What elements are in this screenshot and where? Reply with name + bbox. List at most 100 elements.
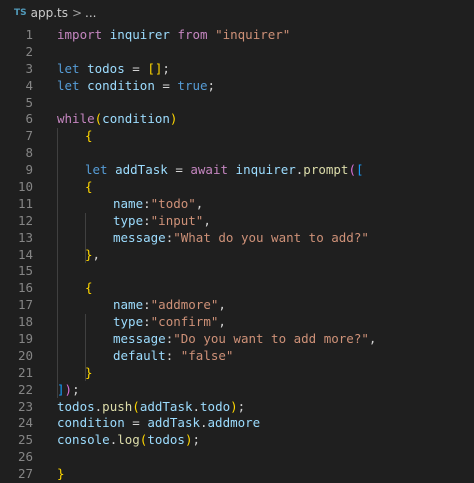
code-token: . [200, 415, 208, 431]
code-token: ( [132, 398, 140, 414]
code-text[interactable]: type:"confirm", [113, 314, 226, 331]
code-line[interactable]: 16 { [0, 280, 474, 297]
code-token: addTask [147, 415, 200, 431]
code-text[interactable]: name:"todo", [113, 196, 203, 213]
code-token: type [113, 212, 144, 228]
code-line[interactable]: 18 type:"confirm", [0, 314, 474, 331]
code-token: ] [57, 381, 65, 397]
code-line[interactable]: 20 default: "false" [0, 348, 474, 365]
code-token: true [177, 77, 208, 93]
code-token: console [57, 432, 110, 448]
code-token: = [167, 162, 191, 178]
code-token: ) [184, 432, 193, 448]
code-token: message [113, 331, 166, 347]
code-line[interactable]: 15 [0, 263, 474, 280]
code-token: [ [355, 162, 364, 178]
code-line[interactable]: 13 message:"What do you want to add?" [0, 230, 474, 247]
code-token: message [113, 229, 166, 245]
code-text[interactable]: } [57, 466, 65, 483]
code-text[interactable]: message:"What do you want to add?" [113, 230, 369, 247]
code-line[interactable]: 21} [0, 365, 474, 382]
code-token: = [154, 77, 178, 93]
code-token: name [113, 195, 144, 211]
code-token: ( [348, 162, 356, 178]
code-text[interactable]: console.log(todos); [57, 432, 200, 449]
code-token: type [113, 314, 144, 330]
code-text[interactable]: import inquirer from "inquirer" [57, 27, 290, 44]
line-number: 11 [17, 195, 33, 211]
code-line[interactable]: 6 while(condition) [0, 111, 474, 128]
code-text[interactable]: let condition = true; [57, 78, 215, 95]
code-text[interactable]: { [85, 128, 93, 145]
code-token: ; [207, 77, 216, 93]
code-token: todos [57, 398, 95, 414]
code-line[interactable]: 14}, [0, 247, 474, 264]
code-line[interactable]: 4 let condition = true; [0, 78, 474, 95]
code-token: "false" [180, 347, 234, 363]
code-line[interactable]: 12 type:"input", [0, 213, 474, 230]
breadcrumb-symbols[interactable]: ... [85, 6, 96, 20]
line-number: 18 [17, 314, 33, 330]
code-editor[interactable]: 1 import inquirer from "inquirer" 2 3 let to… [0, 27, 474, 483]
code-line[interactable]: 19 message:"Do you want to add more?", [0, 331, 474, 348]
code-line[interactable]: 26 [0, 449, 474, 466]
code-line[interactable]: 11 name:"todo", [0, 196, 474, 213]
code-token: push [102, 398, 133, 414]
code-text[interactable]: ]); [57, 382, 80, 399]
line-number: 19 [17, 331, 33, 347]
code-line[interactable]: 5 [0, 95, 474, 112]
code-token: name [113, 297, 144, 313]
code-text[interactable]: condition = addTask.addmore [57, 415, 260, 432]
code-line[interactable]: 2 [0, 44, 474, 61]
code-line[interactable]: 7{ [0, 128, 474, 145]
chevron-right-icon: > [71, 6, 83, 20]
code-token: "What do you want to add?" [173, 229, 369, 245]
code-text[interactable]: name:"addmore", [113, 297, 226, 314]
code-line[interactable]: 27} [0, 466, 474, 483]
line-number: 10 [17, 179, 33, 195]
code-text[interactable]: type:"input", [113, 213, 211, 230]
code-line[interactable]: 10 { [0, 179, 474, 196]
code-line[interactable]: 8 [0, 145, 474, 162]
code-line[interactable]: 24 condition = addTask.addmore [0, 415, 474, 432]
code-token: , [195, 195, 204, 211]
line-number: 21 [17, 364, 33, 380]
code-text[interactable]: { [85, 179, 93, 196]
line-number: 2 [25, 43, 33, 59]
line-number: 5 [25, 94, 33, 110]
code-token: inquirer [109, 27, 170, 42]
code-text[interactable]: while(condition) [57, 111, 177, 128]
code-token: , [218, 314, 226, 330]
code-line[interactable]: 9 let addTask = await inquirer.prompt([ [0, 162, 474, 179]
code-token: await [190, 162, 229, 178]
code-text[interactable]: }, [85, 247, 100, 264]
code-text[interactable]: } [85, 365, 93, 382]
code-token: } [85, 246, 93, 262]
code-line[interactable]: 22]); [0, 382, 474, 399]
code-token: default [113, 347, 166, 363]
code-text[interactable]: let todos = []; [57, 61, 170, 78]
code-token: ; [237, 398, 246, 414]
code-text[interactable]: let addTask = await inquirer.prompt([ [85, 162, 364, 179]
code-text[interactable]: { [85, 280, 93, 297]
code-token: from [177, 27, 208, 42]
breadcrumb-file[interactable]: app.ts [31, 6, 68, 20]
code-line[interactable]: 25 console.log(todos); [0, 432, 474, 449]
line-number: 7 [25, 128, 33, 144]
code-line[interactable]: 17 name:"addmore", [0, 297, 474, 314]
code-text[interactable]: default: "false" [113, 348, 233, 365]
line-number: 13 [17, 229, 33, 245]
code-token: addmore [207, 415, 261, 431]
code-text[interactable]: todos.push(addTask.todo); [57, 399, 245, 416]
code-text[interactable]: message:"Do you want to add more?", [113, 331, 376, 348]
code-line[interactable]: 1 import inquirer from "inquirer" [0, 27, 474, 44]
code-token: : [143, 314, 151, 330]
line-number: 16 [17, 280, 33, 296]
line-number: 17 [17, 297, 33, 313]
code-line[interactable]: 3 let todos = []; [0, 61, 474, 78]
code-token: condition [87, 77, 155, 93]
code-line[interactable]: 23 todos.push(addTask.todo); [0, 399, 474, 416]
